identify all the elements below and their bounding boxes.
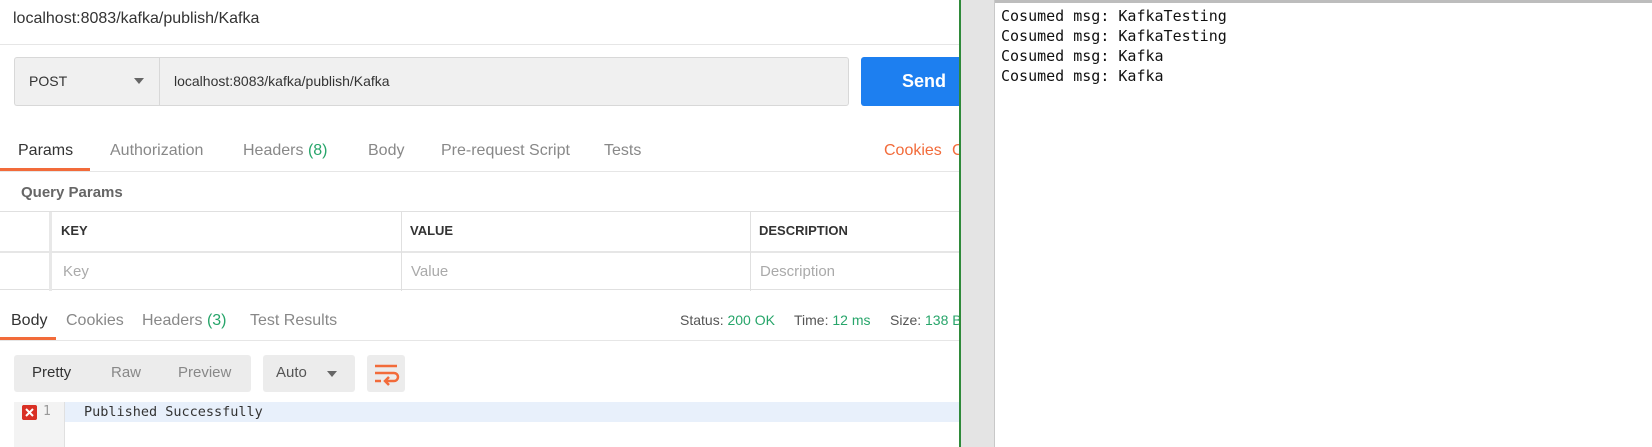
size-readout: Size: 138 B: [890, 312, 961, 328]
wrap-lines-icon: [375, 364, 400, 386]
cookies-link[interactable]: Cookies: [884, 142, 942, 160]
divider: [0, 340, 961, 341]
request-title: localhost:8083/kafka/publish/Kafka: [13, 10, 260, 27]
format-select[interactable]: Auto: [263, 355, 355, 392]
preview-button[interactable]: Preview: [178, 364, 231, 381]
tab-body[interactable]: Body: [368, 142, 404, 160]
chevron-down-icon: [134, 78, 144, 84]
query-params-title: Query Params: [21, 184, 123, 201]
pretty-button[interactable]: Pretty: [32, 364, 71, 381]
console-line: Cosumed msg: KafkaTesting: [1001, 27, 1227, 45]
console-line: Cosumed msg: KafkaTesting: [1001, 7, 1227, 25]
tab-headers-count: (8): [307, 142, 328, 159]
console-header-edge: [995, 0, 1652, 3]
time-value: 12 ms: [832, 312, 871, 328]
response-tab-cookies[interactable]: Cookies: [66, 312, 124, 330]
wrap-lines-button[interactable]: [367, 355, 405, 392]
description-column: DESCRIPTION Description: [751, 212, 961, 291]
time-readout: Time: 12 ms: [794, 312, 871, 328]
tab-authorization[interactable]: Authorization: [110, 142, 203, 160]
response-tab-headers-count: (3): [206, 312, 227, 329]
column-header-description: DESCRIPTION: [759, 223, 848, 238]
tab-prerequest-script[interactable]: Pre-request Script: [441, 142, 570, 160]
divider: [0, 44, 961, 45]
console-window: Cosumed msg: KafkaTesting Cosumed msg: K…: [959, 0, 1652, 447]
method-label: POST: [29, 73, 68, 89]
response-tab-headers-label: Headers: [142, 312, 203, 329]
send-button[interactable]: Send: [861, 57, 961, 106]
format-label: Auto: [276, 364, 307, 381]
method-select[interactable]: POST: [14, 57, 159, 106]
response-body-editor[interactable]: 1 Published Successfully: [14, 402, 961, 447]
console-line: Cosumed msg: Kafka: [1001, 47, 1164, 65]
value-input[interactable]: Value: [411, 263, 448, 280]
line-number: 1: [43, 404, 51, 419]
view-mode-group: Pretty Raw Preview: [14, 355, 251, 392]
request-tabs: Params Authorization Headers (8) Body Pr…: [0, 132, 961, 172]
tab-headers-label: Headers: [243, 142, 304, 159]
key-input[interactable]: Key: [63, 263, 89, 280]
response-tab-test-results[interactable]: Test Results: [250, 312, 337, 330]
tab-params[interactable]: Params: [18, 142, 73, 160]
response-body-text: Published Successfully: [84, 404, 263, 420]
response-tab-headers[interactable]: Headers (3): [142, 312, 227, 330]
console-sidebar: [961, 0, 995, 447]
description-input[interactable]: Description: [760, 263, 835, 280]
error-icon: [22, 405, 37, 420]
url-input[interactable]: localhost:8083/kafka/publish/Kafka: [159, 57, 849, 106]
chevron-down-icon: [327, 371, 337, 377]
tab-tests[interactable]: Tests: [604, 142, 641, 160]
console-line: Cosumed msg: Kafka: [1001, 67, 1164, 85]
key-column: KEY Key: [52, 212, 402, 291]
tab-headers[interactable]: Headers (8): [243, 142, 328, 160]
status-label: Status:: [680, 312, 724, 328]
column-header-value: VALUE: [410, 223, 454, 238]
value-column: VALUE Value: [402, 212, 751, 291]
time-label: Time:: [794, 312, 829, 328]
response-tabs: Body Cookies Headers (3) Test Results St…: [0, 302, 961, 341]
raw-button[interactable]: Raw: [111, 364, 141, 381]
console-output: Cosumed msg: KafkaTesting Cosumed msg: K…: [1001, 6, 1227, 86]
postman-window: localhost:8083/kafka/publish/Kafka POST …: [0, 0, 961, 447]
column-header-key: KEY: [61, 223, 88, 238]
response-tab-body[interactable]: Body: [11, 312, 47, 330]
line-gutter: 1: [14, 402, 65, 447]
status-readout: Status: 200 OK: [680, 312, 775, 328]
status-value: 200 OK: [727, 312, 775, 328]
size-label: Size:: [890, 312, 922, 328]
size-value: 138 B: [925, 312, 961, 328]
params-table: KEY Key VALUE Value DESCRIPTION Descript…: [0, 211, 961, 291]
divider: [0, 171, 961, 172]
